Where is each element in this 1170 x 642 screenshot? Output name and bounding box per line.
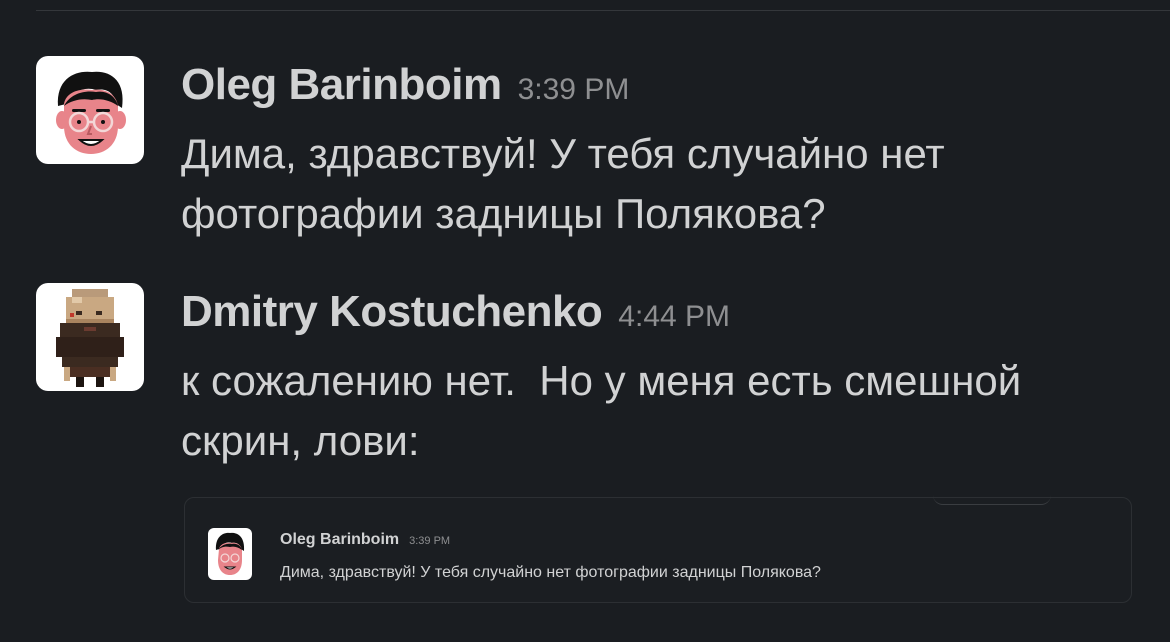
message-text: к сожалению нет. Но у меня есть смешной … <box>181 357 1033 464</box>
sender-name[interactable]: Dmitry Kostuchenko <box>181 287 603 337</box>
message-header: Dmitry Kostuchenko 4:44 PM <box>181 287 730 337</box>
attachment-message-text: Дима, здравствуй! У тебя случайно нет фо… <box>280 564 821 581</box>
sender-name[interactable]: Oleg Barinboim <box>181 60 502 110</box>
image-attachment[interactable]: Oleg Barinboim 3:39 PM Дима, здравствуй!… <box>184 497 1132 603</box>
cartoon-man-glasses-avatar-icon <box>56 71 126 154</box>
attachment-timestamp: 3:39 PM <box>409 535 451 547</box>
avatar[interactable] <box>36 283 144 391</box>
attachment-hover-bar <box>933 494 1051 505</box>
attachment-sender-name: Oleg Barinboim <box>280 531 400 548</box>
pixel-art-bearded-man-avatar-icon <box>56 289 124 387</box>
message-header: Oleg Barinboim 3:39 PM <box>181 60 629 110</box>
attachment-header: Oleg Barinboim 3:39 PM <box>280 531 450 549</box>
top-divider <box>36 10 1170 11</box>
attachment-avatar <box>208 528 252 580</box>
avatar[interactable] <box>36 56 144 164</box>
message-text: Дима, здравствуй! У тебя случайно нет фо… <box>181 130 957 237</box>
message-timestamp[interactable]: 4:44 PM <box>618 300 730 334</box>
message-timestamp[interactable]: 3:39 PM <box>518 73 630 107</box>
cartoon-man-glasses-avatar-icon <box>215 532 245 575</box>
